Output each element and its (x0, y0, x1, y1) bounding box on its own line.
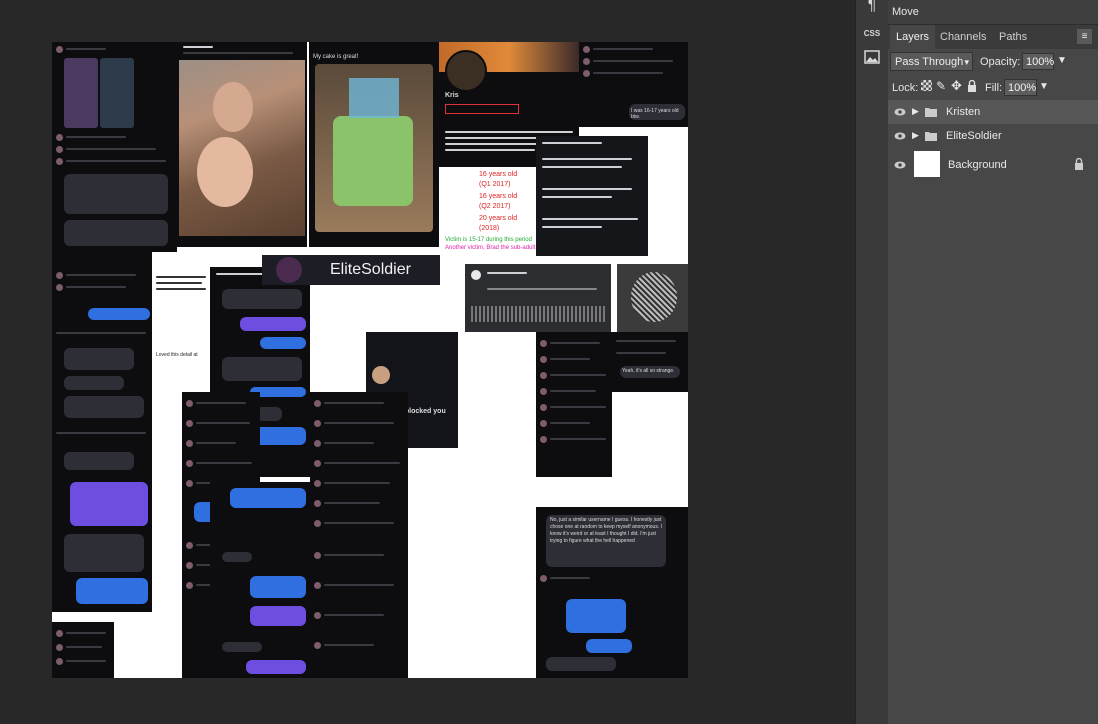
panel-menu-button[interactable]: ≡ (1077, 29, 1092, 44)
opacity-dropdown-icon[interactable]: ▼ (1057, 55, 1067, 66)
fill-input[interactable]: 100% (1004, 79, 1037, 96)
couple-photo-post (177, 42, 307, 247)
voice-message-card (465, 264, 611, 332)
chat-quote: I was 16-17 years old btw. (631, 108, 679, 120)
layer-row-kristen[interactable]: ▶ Kristen (888, 100, 1098, 124)
image-icon[interactable] (862, 50, 882, 70)
chat-screenshot-right: I was 16-17 years old btw. (579, 42, 688, 127)
tool-options-header: Move (888, 0, 1098, 25)
layer-name: Kristen (946, 106, 981, 118)
elitesoldier-banner: EliteSoldier (262, 255, 440, 285)
visibility-eye-icon[interactable] (894, 130, 906, 142)
lock-all-icon[interactable] (967, 79, 977, 97)
paragraph-icon[interactable]: ¶ (862, 0, 882, 16)
group-chat (310, 392, 408, 678)
sketch-image (617, 264, 688, 332)
layer-name: EliteSoldier (946, 130, 1002, 142)
tool-strip: ¶ CSS (855, 0, 888, 724)
discord-chat-2: Yeah, it's all so strange. (612, 332, 688, 392)
panel-tabs: Layers Channels Paths ≡ (888, 25, 1098, 49)
css-icon[interactable]: CSS (862, 24, 882, 44)
visibility-eye-icon[interactable] (894, 159, 906, 171)
profile-name: Kris (445, 92, 459, 99)
document-canvas[interactable]: My cake is great! Kris I was 16-17 years… (52, 42, 688, 678)
visibility-eye-icon[interactable] (894, 106, 906, 118)
chat-screenshot (52, 42, 177, 252)
tab-channels[interactable]: Channels (934, 25, 992, 49)
fill-label: Fill: (985, 82, 1003, 94)
birthday-cake-post: My cake is great! (309, 42, 439, 247)
layer-thumbnail (914, 151, 940, 177)
lock-label: Lock: (892, 82, 919, 94)
lock-icon (1075, 158, 1083, 170)
age-timeline: 16 years old (Q1 2017) 16 years old (Q2 … (439, 167, 549, 257)
tab-paths[interactable]: Paths (993, 25, 1033, 49)
post-caption: My cake is great! (313, 54, 359, 60)
expand-arrow-icon[interactable]: ▶ (912, 106, 919, 117)
banner-title: EliteSoldier (330, 261, 411, 278)
active-tool-label: Move (892, 6, 919, 18)
tab-layers[interactable]: Layers (890, 25, 936, 49)
discord-chat (536, 332, 612, 477)
folder-icon (925, 132, 937, 141)
white-note: Loved this detail at (152, 272, 210, 392)
blend-mode-select[interactable]: Pass Through ▾ (890, 52, 973, 71)
fill-dropdown-icon[interactable]: ▼ (1039, 81, 1049, 92)
reactions-screenshot (52, 622, 114, 678)
canvas-workspace[interactable]: My cake is great! Kris I was 16-17 years… (0, 0, 855, 724)
messenger-thread-2 (210, 482, 310, 678)
lock-transparency-icon[interactable] (921, 80, 932, 91)
expand-arrow-icon[interactable]: ▶ (912, 130, 919, 141)
imessage-thread (52, 342, 152, 612)
blend-mode-value: Pass Through (895, 56, 964, 68)
chevron-down-icon: ▾ (964, 57, 969, 67)
layer-row-background[interactable]: Background (888, 149, 1098, 181)
opacity-input[interactable]: 100% (1022, 53, 1054, 70)
layer-row-elitesoldier[interactable]: ▶ EliteSoldier (888, 124, 1098, 148)
chat-screenshot-2 (52, 252, 152, 342)
layers-panel: Move Layers Channels Paths ≡ Pass Throug… (888, 0, 1098, 724)
discord-dm: No, just a similar username I guess. I h… (536, 507, 688, 678)
layer-name: Background (948, 159, 1007, 171)
dm-paragraph: No, just a similar username I guess. I h… (550, 517, 663, 544)
notification-panel (536, 136, 648, 256)
profile-card: Kris (439, 42, 579, 127)
opacity-label: Opacity: (980, 56, 1021, 68)
lock-position-icon[interactable]: ✥ (951, 78, 962, 94)
folder-icon (925, 108, 937, 117)
lock-paint-icon[interactable]: ✎ (936, 79, 946, 93)
